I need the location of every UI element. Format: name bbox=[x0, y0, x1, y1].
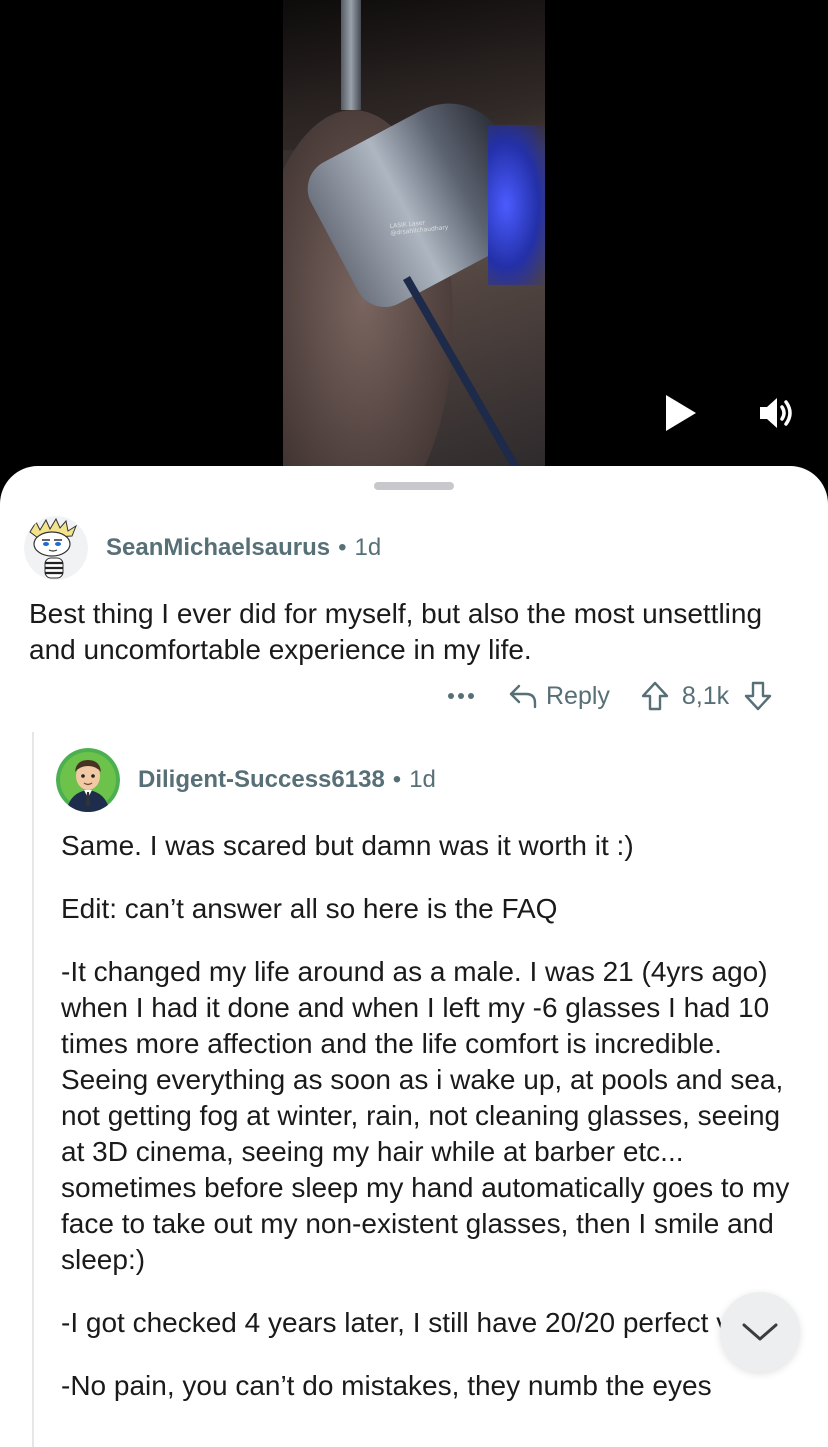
chevron-down-icon bbox=[742, 1323, 778, 1341]
comment-paragraph: Edit: can’t answer all so here is the FA… bbox=[61, 893, 558, 924]
vote-score: 8,1k bbox=[681, 681, 730, 710]
reply-label: Reply bbox=[546, 681, 610, 710]
comment-body: Same. I was scared but damn was it worth… bbox=[61, 828, 801, 1431]
video-blue-light bbox=[488, 125, 545, 285]
play-icon bbox=[666, 395, 696, 431]
video-frame[interactable]: LASIK Laser @drsahilchaudhary bbox=[283, 0, 545, 466]
thread-line[interactable] bbox=[32, 732, 34, 1447]
snoo-avatar-icon bbox=[56, 748, 120, 812]
more-options-button[interactable] bbox=[444, 678, 478, 714]
reply-arrow-icon bbox=[509, 684, 537, 709]
video-player[interactable]: LASIK Laser @drsahilchaudhary bbox=[0, 0, 828, 500]
more-icon bbox=[448, 693, 474, 699]
downvote-icon[interactable] bbox=[743, 680, 773, 712]
meta-separator: • bbox=[392, 766, 402, 793]
comment-paragraph: Same. I was scared but damn was it worth… bbox=[61, 830, 634, 861]
sheet-grabber[interactable] bbox=[374, 482, 454, 490]
video-instrument-shaft bbox=[341, 0, 361, 110]
snoo-avatar-icon bbox=[24, 516, 88, 580]
comment-age: 1d bbox=[409, 766, 436, 793]
avatar[interactable] bbox=[24, 516, 88, 580]
vote-controls: 8,1k bbox=[640, 680, 773, 712]
comment-paragraph: -It changed my life around as a male. I … bbox=[61, 956, 790, 1275]
comments-sheet: SeanMichaelsaurus • 1d Best thing I ever… bbox=[0, 466, 828, 1447]
comment-header: Diligent-Success6138 • 1d bbox=[56, 748, 436, 812]
upvote-icon[interactable] bbox=[640, 680, 670, 712]
next-comment-button[interactable] bbox=[720, 1292, 800, 1372]
comment-paragraph: -I got checked 4 years later, I still ha… bbox=[61, 1307, 796, 1338]
comment-username[interactable]: SeanMichaelsaurus bbox=[106, 534, 330, 562]
comment-paragraph: -No pain, you can’t do mistakes, they nu… bbox=[61, 1370, 712, 1401]
speaker-icon bbox=[760, 398, 792, 428]
play-button[interactable] bbox=[660, 392, 700, 434]
meta-separator: • bbox=[338, 534, 347, 561]
comment-header: SeanMichaelsaurus • 1d bbox=[24, 516, 381, 580]
comment-body: Best thing I ever did for myself, but al… bbox=[29, 598, 763, 665]
avatar[interactable] bbox=[56, 748, 120, 812]
comment-actions: Reply 8,1k bbox=[444, 678, 773, 714]
comment-age: 1d bbox=[354, 534, 382, 561]
reply-button[interactable]: Reply bbox=[508, 682, 610, 711]
comment-username[interactable]: Diligent-Success6138 bbox=[138, 766, 385, 794]
sound-button[interactable] bbox=[756, 392, 798, 434]
